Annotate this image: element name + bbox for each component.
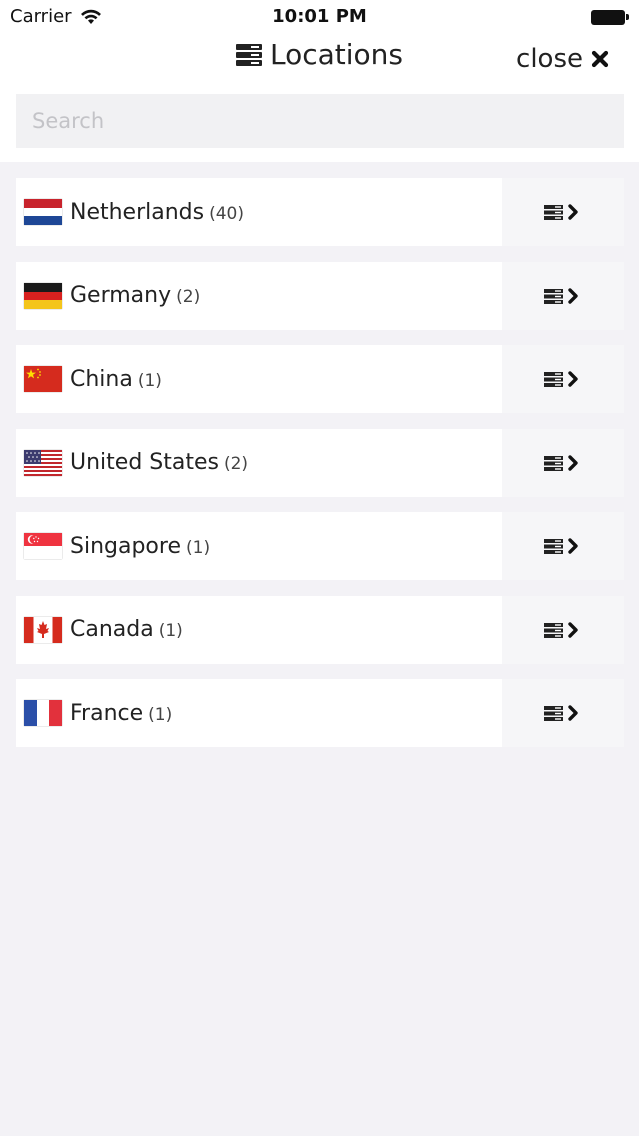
server-chevron-right-icon — [544, 454, 578, 471]
usa-flag-icon — [24, 449, 62, 476]
germany-flag-icon — [24, 282, 62, 309]
france-flag-icon — [24, 700, 62, 726]
server-chevron-right-icon — [544, 621, 578, 638]
servers-button[interactable] — [502, 679, 624, 747]
header: Carrier 10:01 PM Locations close Search — [0, 0, 639, 162]
location-item[interactable]: Germany (2) — [16, 261, 502, 330]
location-item[interactable]: Canada (1) — [16, 595, 502, 664]
search-input[interactable] — [16, 94, 624, 148]
servers-button[interactable] — [502, 345, 624, 413]
netherlands-flag-icon — [24, 199, 62, 225]
location-item[interactable]: France (1) — [16, 679, 502, 747]
server-count: (2) — [223, 454, 249, 474]
battery-icon — [591, 9, 629, 25]
close-label: close — [516, 44, 583, 74]
servers-button[interactable] — [502, 512, 624, 580]
location-row-germany[interactable]: Germany (2) — [16, 261, 624, 330]
server-count: (1) — [137, 370, 162, 391]
close-x-icon — [591, 50, 609, 68]
country-name: Singapore — [70, 533, 181, 559]
location-item[interactable]: Singapore (1) — [16, 512, 502, 580]
location-item[interactable]: Netherlands (40) — [16, 178, 502, 246]
location-row-china[interactable]: China (1) — [16, 345, 624, 413]
country-name: China — [70, 366, 133, 392]
location-row-france[interactable]: France (1) — [16, 679, 624, 747]
server-count: (1) — [158, 621, 183, 641]
server-chevron-right-icon — [544, 287, 578, 304]
server-count: (2) — [176, 287, 201, 307]
country-name: Canada — [70, 617, 154, 642]
country-name: Netherlands — [70, 199, 205, 225]
server-chevron-right-icon — [544, 204, 578, 220]
page-title: Locations — [269, 38, 403, 71]
status-time: 10:01 PM — [272, 6, 367, 27]
server-count: (1) — [186, 537, 211, 558]
servers-button[interactable] — [502, 428, 624, 497]
server-chevron-right-icon — [544, 538, 578, 554]
location-row-singapore[interactable]: Singapore (1) — [16, 512, 624, 580]
server-chevron-right-icon — [544, 371, 578, 387]
china-flag-icon — [24, 366, 62, 392]
servers-button[interactable] — [502, 261, 624, 330]
status-bar: Carrier 10:01 PM — [0, 0, 639, 34]
location-row-canada[interactable]: Canada (1) — [16, 595, 624, 664]
singapore-flag-icon — [24, 533, 62, 559]
locations-list: Netherlands (40) Germany (2) China (1) U… — [16, 178, 624, 763]
servers-button[interactable] — [502, 595, 624, 664]
server-count: (40) — [209, 203, 245, 224]
location-item[interactable]: China (1) — [16, 345, 502, 413]
server-stack-icon — [235, 43, 262, 66]
close-button[interactable]: close — [516, 44, 609, 74]
title-bar: Locations close — [0, 36, 639, 80]
servers-button[interactable] — [502, 178, 624, 246]
country-name: United States — [70, 450, 219, 475]
server-count: (1) — [148, 704, 173, 725]
server-chevron-right-icon — [544, 705, 578, 721]
country-name: Germany — [70, 283, 172, 308]
location-row-netherlands[interactable]: Netherlands (40) — [16, 178, 624, 246]
location-row-united-states[interactable]: United States (2) — [16, 428, 624, 497]
canada-flag-icon — [24, 616, 62, 643]
country-name: France — [70, 700, 144, 726]
location-item[interactable]: United States (2) — [16, 428, 502, 497]
